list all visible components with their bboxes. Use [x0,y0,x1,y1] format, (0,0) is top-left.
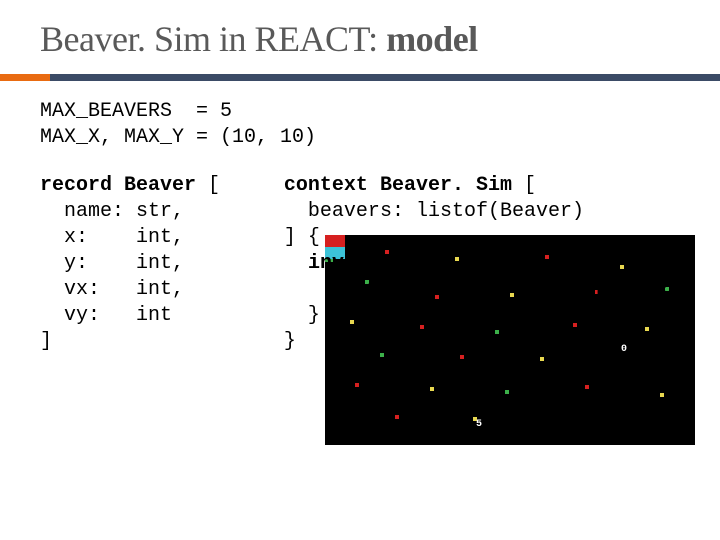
sim-dot [660,393,664,397]
accent-orange [0,74,50,81]
slide-title: Beaver. Sim in REACT: model [40,18,680,60]
title-bold: model [386,19,478,59]
context-block: context Beaver. Sim [ beavers: listof(Be… [284,173,680,355]
title-prefix: Beaver. Sim in REACT: [40,19,386,59]
accent-navy [50,74,720,81]
sim-dot [355,383,359,387]
constants-block: MAX_BEAVERS = 5 MAX_X, MAX_Y = (10, 10) [40,99,680,151]
code-content: MAX_BEAVERS = 5 MAX_X, MAX_Y = (10, 10) … [40,81,680,355]
sim-dot [460,355,464,359]
sim-label: 5 [476,418,482,431]
sim-dot [540,357,544,361]
sim-dot [585,385,589,389]
accent-divider [0,74,720,81]
sim-dot [505,390,509,394]
record-block: record Beaver [ name: str, x: int, y: in… [40,173,284,355]
sim-dot [430,387,434,391]
sim-dot [395,415,399,419]
